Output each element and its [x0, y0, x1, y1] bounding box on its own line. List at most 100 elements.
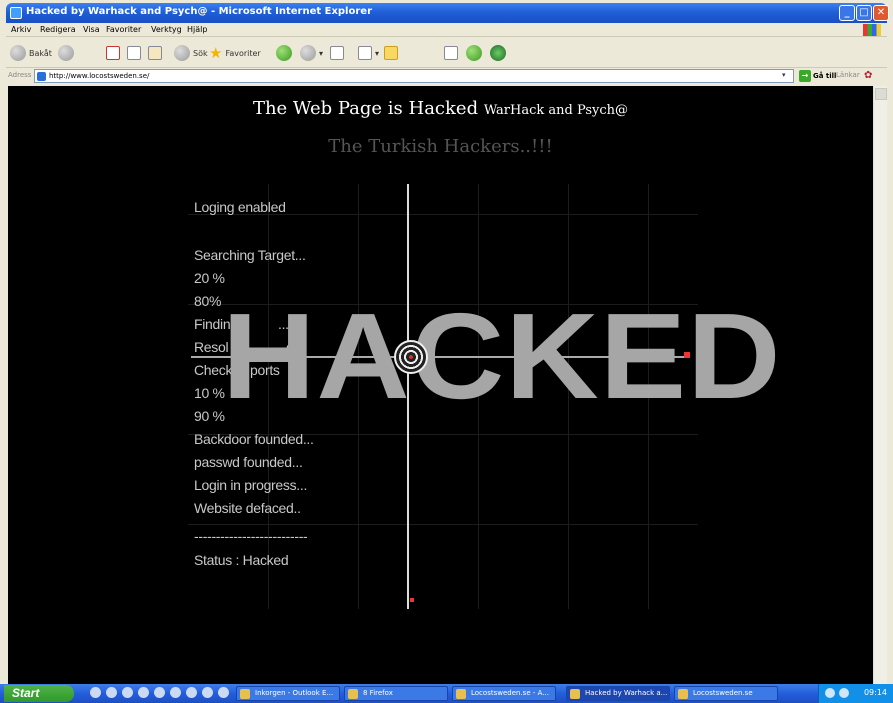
menu-bar: Arkiv Redigera Visa Favoriter Verktyg Hj… [6, 23, 887, 37]
search-button[interactable]: Sök [174, 44, 208, 62]
marker-dot [410, 598, 414, 602]
menu-edit[interactable]: Redigera [40, 25, 76, 34]
address-bar: Adress http://www.locostsweden.se/ ▾ → G… [6, 68, 887, 84]
firefox-icon [348, 689, 358, 699]
quicklaunch-icon[interactable] [138, 687, 149, 698]
quicklaunch-icon[interactable] [106, 687, 117, 698]
quicklaunch-icon[interactable] [218, 687, 229, 698]
history-icon [276, 45, 292, 61]
menu-file[interactable]: Arkiv [11, 25, 31, 34]
taskbar-item-label: 8 Firefox [363, 689, 393, 697]
taskbar-item-locost-ie[interactable]: Locostsweden.se - A... [452, 686, 556, 701]
quicklaunch-icon[interactable] [122, 687, 133, 698]
favorites-button[interactable]: ★ Favoriter [209, 44, 261, 62]
media-button[interactable] [444, 44, 458, 62]
log-line: 90 % [194, 408, 225, 424]
refresh-icon [127, 46, 141, 60]
taskbar-item-label: Locostsweden.se [693, 689, 753, 697]
mail-button[interactable]: ▾ [300, 44, 323, 62]
forward-arrow-icon [58, 45, 74, 61]
links-button[interactable]: Länkar [836, 71, 860, 79]
back-button[interactable]: Bakåt [10, 44, 52, 62]
star-icon: ★ [209, 44, 223, 62]
home-button[interactable] [148, 44, 162, 62]
taskbar-item-firefox[interactable]: 8 Firefox [344, 686, 448, 701]
go-button[interactable]: → Gå till [799, 69, 836, 83]
close-button[interactable]: ✕ [873, 5, 889, 21]
taskbar-item-locost[interactable]: Locostsweden.se [674, 686, 778, 701]
ie-icon [456, 689, 466, 699]
menu-favorites[interactable]: Favoriter [106, 25, 141, 34]
log-line: Login in progress... [194, 477, 308, 493]
go-arrow-icon: → [799, 70, 811, 82]
history-button[interactable] [276, 44, 292, 62]
ie-icon [678, 689, 688, 699]
quicklaunch-icon[interactable] [186, 687, 197, 698]
quicklaunch-icon[interactable] [154, 687, 165, 698]
taskbar-item-outlook[interactable]: Inkorgen - Outlook E... [236, 686, 340, 701]
refresh-button[interactable] [127, 44, 141, 62]
edit-button[interactable]: ▾ [358, 44, 379, 62]
page-icon [37, 72, 46, 81]
research-button[interactable] [490, 44, 506, 62]
quicklaunch-icon[interactable] [90, 687, 101, 698]
taskbar-item-hacked[interactable]: Hacked by Warhack a... [566, 686, 670, 701]
research-icon [490, 45, 506, 61]
vertical-scrollbar[interactable] [873, 86, 887, 684]
address-input[interactable]: http://www.locostsweden.se/ [34, 69, 794, 83]
mail-icon [300, 45, 316, 61]
back-label: Bakåt [29, 48, 52, 58]
back-arrow-icon [10, 45, 26, 61]
browser-window: Hacked by Warhack and Psych@ - Microsoft… [0, 0, 893, 703]
start-button[interactable]: Start [4, 685, 74, 702]
stop-icon [106, 46, 120, 60]
taskbar-item-label: Hacked by Warhack a... [585, 689, 668, 697]
log-line: Searching Target... [194, 247, 306, 263]
address-dropdown-icon[interactable]: ▾ [782, 71, 786, 79]
quicklaunch-icon[interactable] [170, 687, 181, 698]
menu-help[interactable]: Hjälp [187, 25, 207, 34]
quick-launch [90, 687, 229, 698]
folder-button[interactable] [384, 44, 398, 62]
stop-button[interactable] [106, 44, 120, 62]
menu-tools[interactable]: Verktyg [151, 25, 182, 34]
marker-dot [684, 352, 690, 358]
scroll-up-button[interactable] [875, 88, 887, 100]
forward-button[interactable] [58, 44, 74, 62]
ie-icon [10, 7, 22, 19]
taskbar: Start Inkorgen - Outlook E... 8 Firefox … [0, 684, 893, 703]
log-line: Website defaced.. [194, 500, 301, 516]
tray-icon[interactable] [825, 688, 835, 698]
ie-icon [570, 689, 580, 699]
mail-dropdown-icon: ▾ [319, 48, 324, 58]
menu-view[interactable]: Visa [83, 25, 100, 34]
messenger-button[interactable] [466, 44, 482, 62]
folder-icon [384, 46, 398, 60]
windows-logo-icon [863, 24, 881, 36]
print-button[interactable] [330, 44, 344, 62]
edit-dropdown-icon: ▾ [375, 48, 380, 58]
media-icon [444, 46, 458, 60]
favorites-label: Favoriter [225, 48, 261, 58]
log-line: 80% [194, 293, 222, 309]
search-icon [174, 45, 190, 61]
headline-authors: WarHack and Psych@ [483, 103, 629, 118]
messenger-icon [466, 45, 482, 61]
address-label: Adress [8, 71, 32, 79]
maximize-button[interactable]: □ [856, 5, 872, 21]
log-line: Backdoor founded... [194, 431, 314, 447]
log-separator: -------------------------- [194, 528, 308, 544]
clock: 09:14 [863, 688, 887, 697]
log-status: Status : Hacked [194, 552, 289, 568]
extension-icon[interactable]: ✿ [864, 70, 872, 81]
toolbar: Bakåt Sök ★ Favoriter ▾ ▾ [6, 38, 887, 68]
tray-icon[interactable] [839, 688, 849, 698]
minimize-button[interactable]: _ [839, 5, 855, 21]
home-icon [148, 46, 162, 60]
quicklaunch-icon[interactable] [202, 687, 213, 698]
hacked-banner: HACKED [222, 288, 782, 424]
search-label: Sök [193, 48, 208, 58]
address-url: http://www.locostsweden.se/ [49, 72, 150, 80]
log-line: Loging enabled [194, 199, 286, 215]
edit-icon [358, 46, 372, 60]
